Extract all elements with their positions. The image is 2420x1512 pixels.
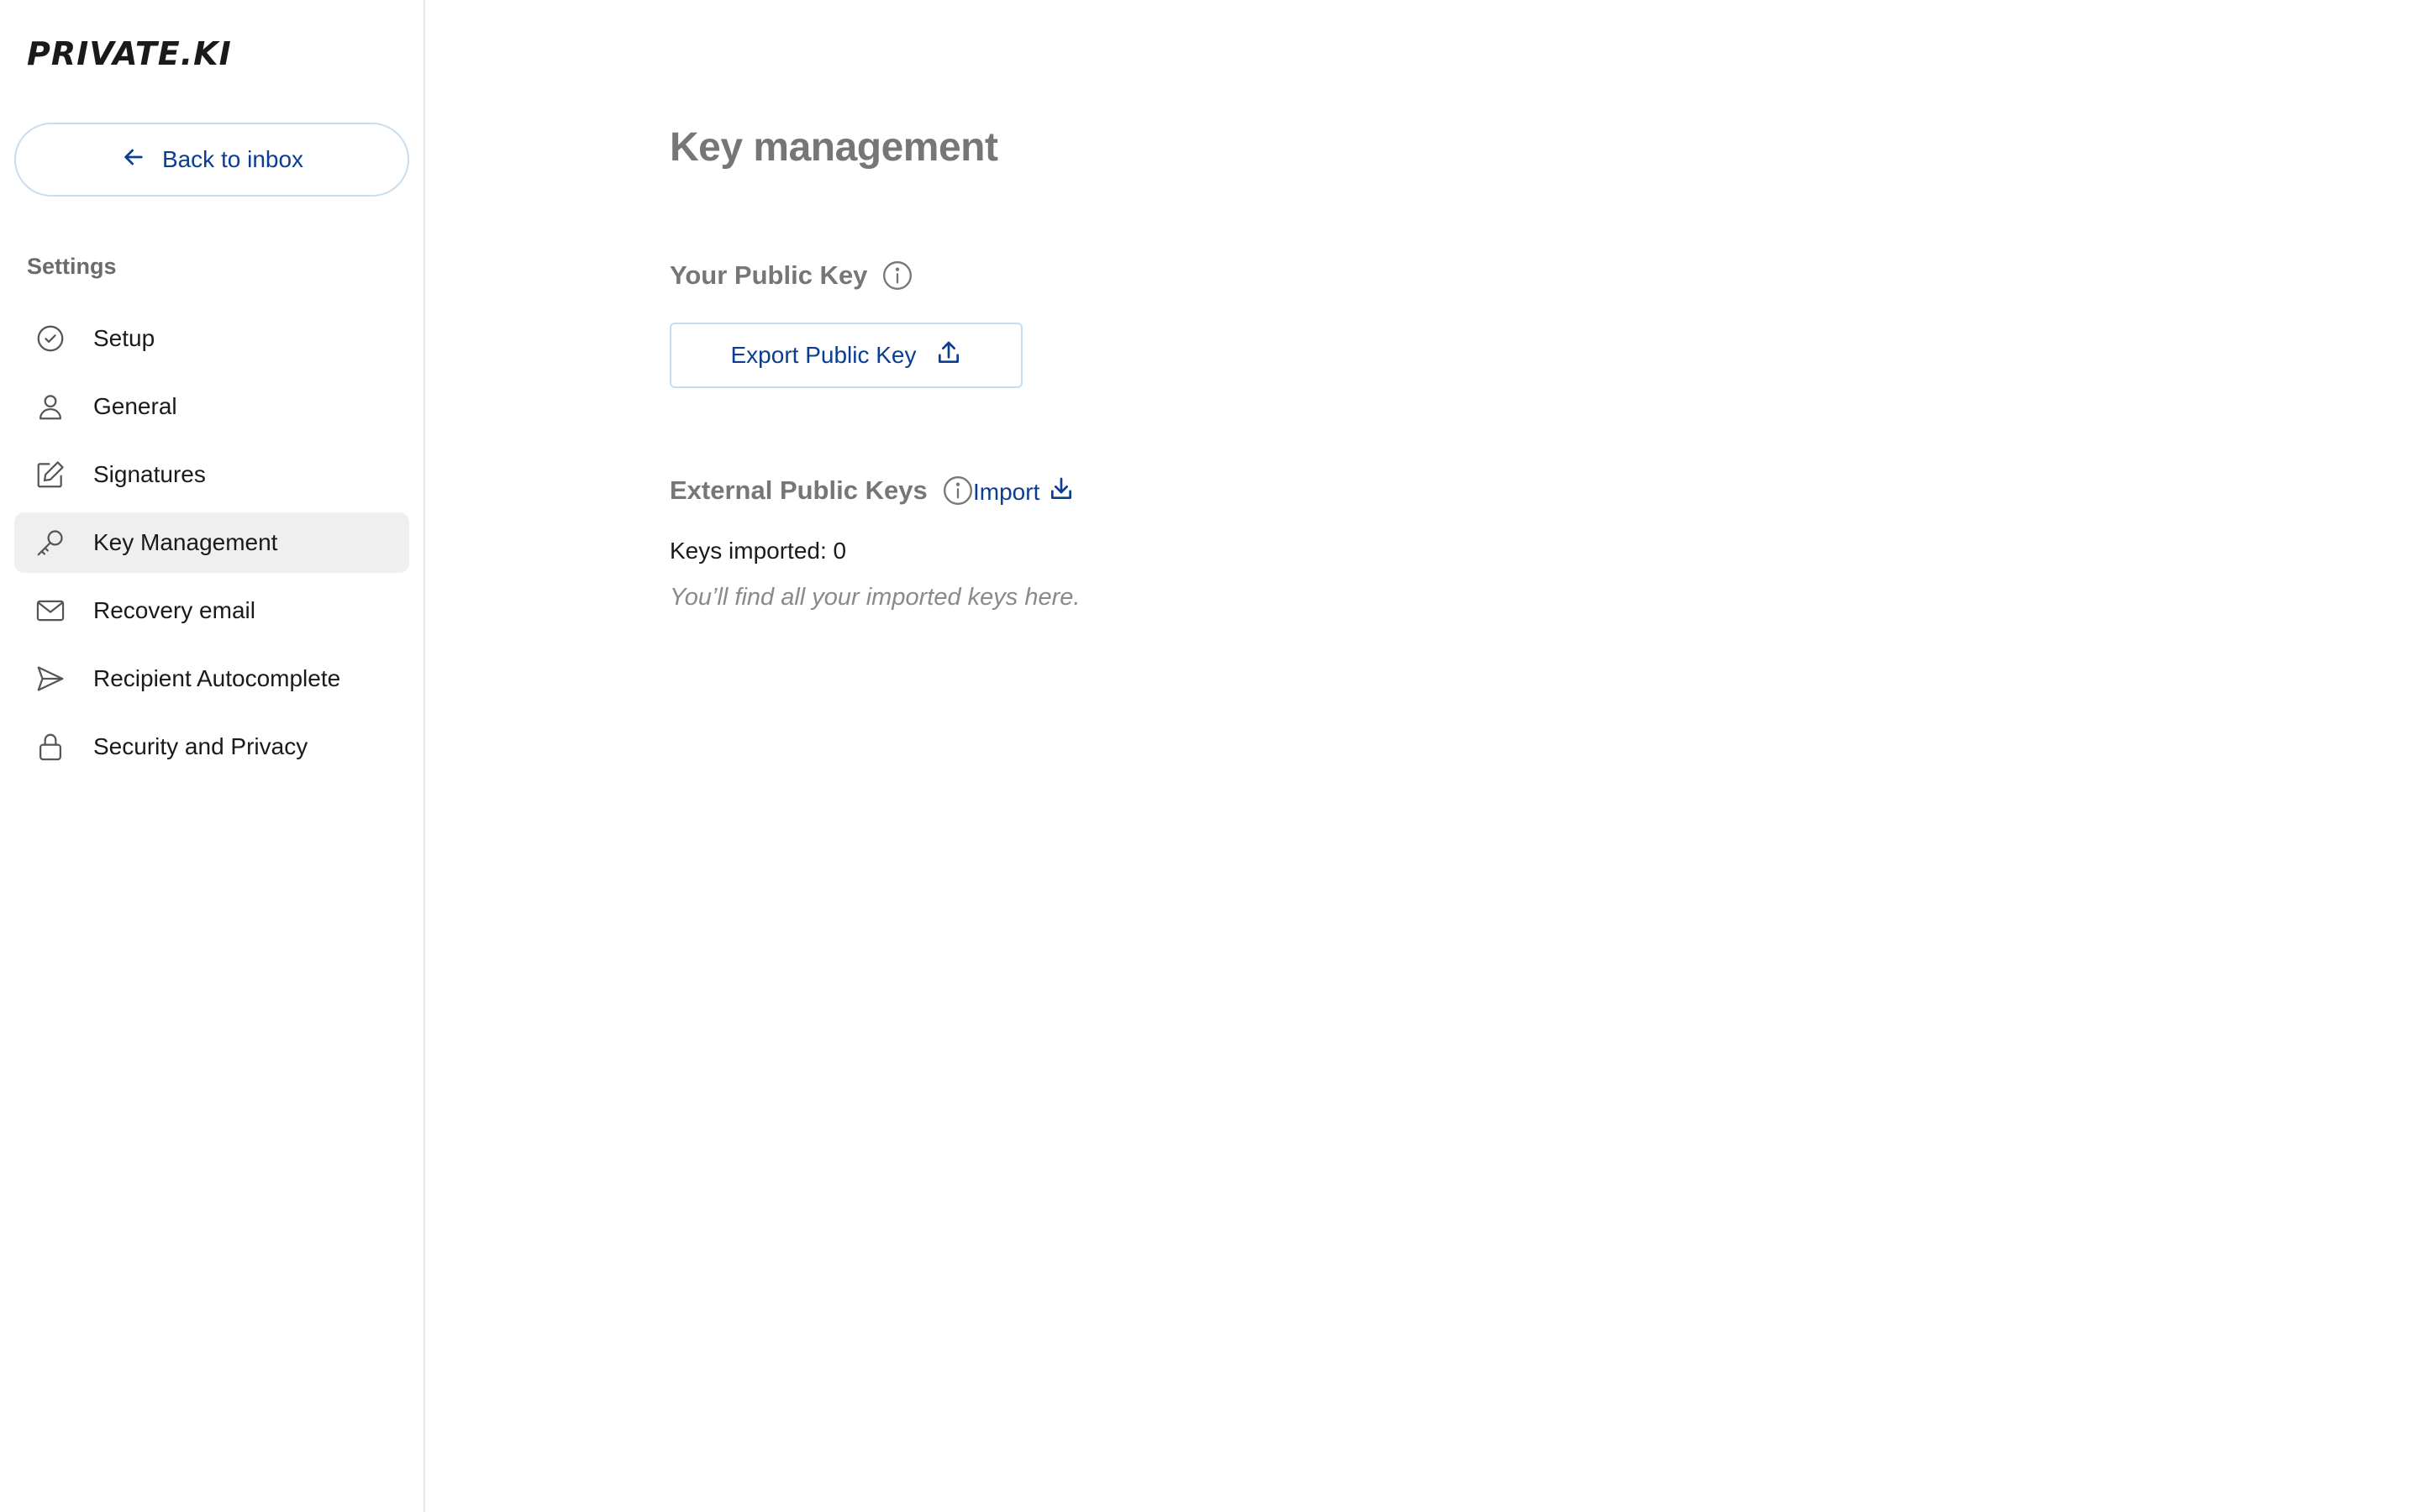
sidebar-item-label: Signatures (93, 461, 206, 487)
export-public-key-button[interactable]: Export Public Key (670, 323, 1023, 388)
sidebar-item-general[interactable]: General (14, 376, 409, 437)
sidebar-item-label: Setup (93, 325, 155, 351)
info-icon[interactable] (881, 259, 914, 292)
sidebar-item-setup[interactable]: Setup (14, 308, 409, 369)
sidebar-item-label: Security and Privacy (93, 733, 308, 759)
info-icon[interactable] (941, 474, 975, 507)
settings-heading: Settings (27, 254, 117, 279)
sidebar-item-signatures[interactable]: Signatures (14, 444, 409, 505)
keys-imported-count: Keys imported: 0 (670, 538, 847, 564)
sidebar: PRIVATE.KI Back to inbox Settings Setup … (0, 0, 425, 1512)
settings-nav: Setup General Signatures Key Management (14, 308, 409, 785)
import-keys-link[interactable]: Import (973, 475, 1075, 508)
sidebar-item-label: Recovery email (93, 597, 255, 623)
key-icon (34, 527, 66, 559)
pencil-icon (34, 459, 66, 491)
sidebar-item-key-management[interactable]: Key Management (14, 512, 409, 573)
app-root: PRIVATE.KI Back to inbox Settings Setup … (0, 0, 2420, 1512)
page-title: Key management (670, 125, 998, 170)
sidebar-item-recipient-autocomplete[interactable]: Recipient Autocomplete (14, 648, 409, 709)
sidebar-item-label: General (93, 393, 177, 419)
back-to-inbox-button[interactable]: Back to inbox (14, 123, 409, 197)
external-keys-section-heading: External Public Keys (670, 474, 975, 507)
import-label: Import (973, 478, 1040, 505)
lock-icon (34, 731, 66, 763)
upload-icon (935, 339, 962, 372)
empty-keys-hint: You’ll find all your imported keys here. (670, 584, 1081, 611)
external-keys-heading-text: External Public Keys (670, 475, 928, 505)
sidebar-item-label: Recipient Autocomplete (93, 665, 341, 691)
sidebar-item-label: Key Management (93, 529, 278, 555)
sidebar-item-recovery-email[interactable]: Recovery email (14, 580, 409, 641)
check-circle-icon (34, 323, 66, 354)
logo[interactable]: PRIVATE.KI (27, 32, 232, 76)
download-icon (1048, 475, 1075, 508)
main-content: Key management Your Public Key Export Pu… (427, 0, 2420, 1512)
export-public-key-label: Export Public Key (730, 342, 917, 368)
logo-text: PRIVATE.KI (27, 35, 232, 72)
public-key-section-heading: Your Public Key (670, 259, 914, 292)
envelope-icon (34, 595, 66, 627)
sidebar-item-security-and-privacy[interactable]: Security and Privacy (14, 717, 409, 777)
arrow-left-icon (120, 144, 147, 176)
public-key-heading-text: Your Public Key (670, 260, 868, 290)
user-icon (34, 391, 66, 423)
back-to-inbox-label: Back to inbox (161, 146, 304, 172)
send-icon (34, 663, 66, 695)
